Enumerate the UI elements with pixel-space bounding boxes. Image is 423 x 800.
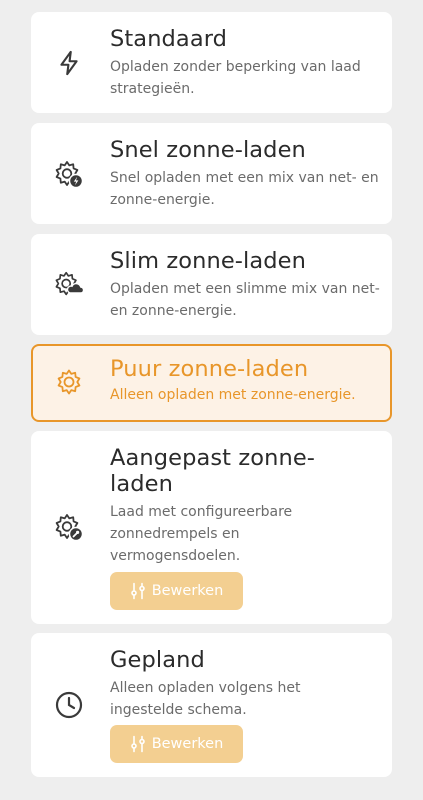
mode-description: Alleen opladen volgens het ingestelde sc… <box>110 680 301 718</box>
mode-card-snel-zonne-laden[interactable]: Snel zonne-laden Snel opladen met een mi… <box>31 123 392 224</box>
mode-description: Snel opladen met een mix van net- en zon… <box>110 170 379 208</box>
edit-button-label: Bewerken <box>151 583 224 599</box>
mode-description: Opladen met een slimme mix van net- en z… <box>110 281 380 319</box>
mode-title: Standaard <box>110 26 228 52</box>
lightning-icon <box>53 47 85 79</box>
clock-icon <box>53 689 85 721</box>
mode-title: Slim zonne-laden <box>110 248 306 274</box>
sun-lightning-icon <box>53 158 85 190</box>
mode-description: Laad met configureerbare zonnedrempels e… <box>110 504 293 564</box>
mode-description: Alleen opladen met zonne-energie. <box>110 387 356 403</box>
sun-icon <box>53 366 85 398</box>
mode-card-standaard[interactable]: Standaard Opladen zonder beperking van l… <box>31 12 392 113</box>
sliders-icon <box>130 582 146 600</box>
mode-title: Gepland <box>110 647 205 673</box>
mode-title: Puur zonne-laden <box>110 356 309 382</box>
mode-description: Opladen zonder beperking van laad strate… <box>110 59 361 97</box>
sun-wrench-icon <box>53 511 85 543</box>
sun-cloud-icon <box>53 268 85 300</box>
edit-button[interactable]: Bewerken <box>110 725 243 763</box>
mode-title: Snel zonne-laden <box>110 137 306 163</box>
mode-card-slim-zonne-laden[interactable]: Slim zonne-laden Opladen met een slimme … <box>31 234 392 335</box>
mode-card-puur-zonne-laden[interactable]: Puur zonne-laden Alleen opladen met zonn… <box>31 344 392 422</box>
edit-button[interactable]: Bewerken <box>110 572 243 610</box>
mode-title: Aangepast zonne-laden <box>110 445 315 497</box>
edit-button-label: Bewerken <box>151 736 224 752</box>
sliders-icon <box>130 735 146 753</box>
mode-card-aangepast-zonne-laden[interactable]: Aangepast zonne-laden Laad met configure… <box>31 431 392 624</box>
mode-card-gepland[interactable]: Gepland Alleen opladen volgens het inges… <box>31 633 392 777</box>
